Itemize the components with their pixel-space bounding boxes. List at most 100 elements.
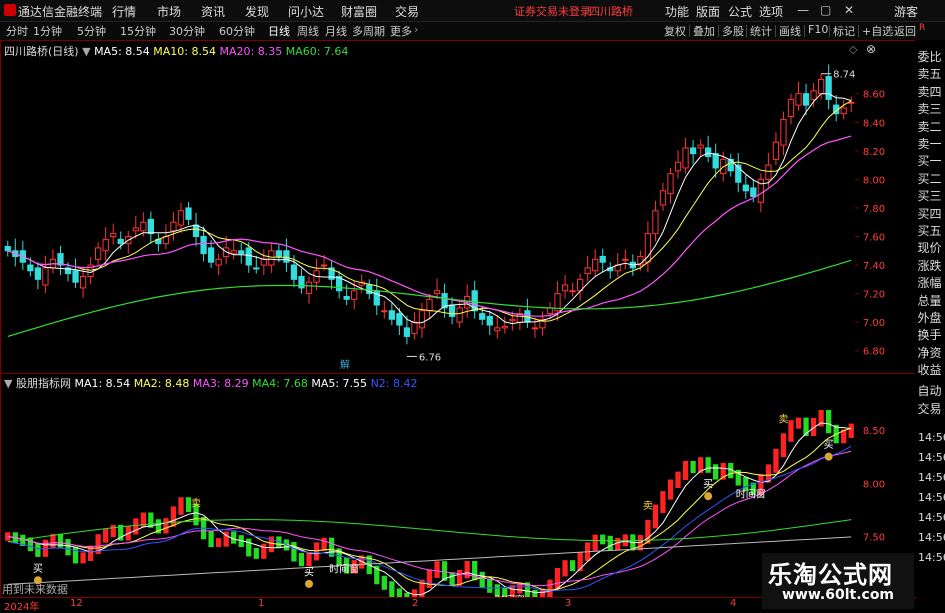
candle [742,184,749,192]
period-daily[interactable]: 日线 [268,23,290,39]
candle [418,310,426,329]
login-status-text[interactable]: 证券交易未登录 [514,3,591,19]
candle [403,327,411,337]
indicator-bar [215,538,222,548]
candle [479,313,486,320]
candle [102,238,109,252]
toolbar-divider [858,25,859,37]
candle [456,307,463,323]
candle [320,264,328,267]
auto-trade-label[interactable]: 自动 [916,381,943,401]
tool-overlay[interactable]: 叠加 [693,23,715,39]
candle [712,153,719,169]
period-5min[interactable]: 5分钟 [77,23,106,39]
tool-back[interactable]: 返回 [894,23,916,39]
indicator-bar [773,448,779,473]
indicator-bar [848,423,854,438]
maximize-icon[interactable]: ▢ [820,3,831,17]
indicator-bar [434,561,440,578]
indicator-bar [607,535,613,551]
indicator-bar [27,537,33,552]
indicator-bar [690,460,696,474]
more-chevron-icon[interactable]: › [414,23,418,36]
period-multi[interactable]: 多周期 [352,23,385,39]
menu-item-layout[interactable]: 版面 [696,3,720,20]
candle [283,250,290,263]
menu-item-trade[interactable]: 交易 [395,3,419,20]
candle [27,264,34,272]
time-window-label: 时间窗 [736,487,766,500]
indicator-bar [110,524,116,538]
candle [599,255,606,263]
menu-item-discover[interactable]: 发现 [245,3,269,20]
menu-item-formula[interactable]: 公式 [728,3,752,20]
menu-item-function[interactable]: 功能 [665,3,689,20]
candle [305,281,313,295]
candle [185,207,192,220]
period-weekly[interactable]: 周线 [297,23,319,39]
menu-item-wealth[interactable]: 财富圈 [341,3,377,20]
menu-item-market[interactable]: 行情 [112,3,136,20]
ma2-line [7,427,852,591]
candle [494,327,501,332]
indicator-bar [705,457,711,473]
candle [215,258,222,266]
period-more[interactable]: 更多 [390,23,412,39]
tool-statistics[interactable]: 统计 [750,23,772,39]
candle [622,258,629,261]
y-tick-label: 8.00 [863,175,885,186]
candle [373,290,380,306]
indicator-bar [547,579,553,597]
tool-add-watchlist[interactable]: +自选 [862,23,893,39]
candle [4,245,11,252]
tool-restore-rights[interactable]: 复权 [664,23,686,39]
candle [840,107,847,115]
watermark-title: 乐淘公式网 [768,561,893,589]
high-label: 8.74 [833,70,855,81]
indicator-bar [600,534,606,545]
close-icon[interactable]: ✕ [844,3,854,17]
candle [433,290,441,295]
candle [268,250,275,266]
period-timeshare[interactable]: 分时 [6,23,28,39]
period-60min[interactable]: 60分钟 [219,23,255,39]
period-15min[interactable]: 15分钟 [120,23,156,39]
indicator-bar [65,539,71,556]
user-label[interactable]: 游客 [894,3,918,20]
toolbar-divider [718,25,719,37]
auto-trade-label[interactable]: 交易 [916,399,943,419]
indicator-bar [246,538,252,557]
x-tick: 2024年 [4,602,40,613]
quote-label: 收益 [917,363,942,378]
tool-draw-line[interactable]: 画线 [779,23,801,39]
candle [592,258,599,272]
indicator-bar [313,542,320,561]
candle [569,290,576,293]
toolbar-divider [689,25,690,37]
tool-f10[interactable]: F10 [808,23,828,36]
y-tick-label: 7.40 [863,261,885,272]
period-monthly[interactable]: 月线 [325,23,347,39]
menu-item-markets[interactable]: 市场 [157,3,181,20]
indicator-bar [396,588,403,597]
menu-item-news[interactable]: 资讯 [201,3,225,20]
minimize-icon[interactable]: — [797,3,809,17]
future-data-note: 用到未来数据 [2,583,68,596]
coin-icon [305,579,314,588]
menu-item-options[interactable]: 选项 [759,3,783,20]
period-30min[interactable]: 30分钟 [169,23,205,39]
candle [253,267,260,270]
tool-multi-stock[interactable]: 多股 [722,23,744,39]
tool-mark[interactable]: 标记 [833,23,855,39]
stock-name: 四川路桥 [589,5,633,18]
candle [780,118,787,146]
menu-item-assistant[interactable]: 问小达 [288,3,324,20]
app-logo-icon [4,4,16,16]
indicator-bar [667,479,674,500]
indicator-bar [449,572,455,586]
period-1min[interactable]: 1分钟 [33,23,62,39]
toolbar-divider [804,25,805,37]
indicator-bar [231,531,237,544]
trade-time: 14:56 [918,431,945,444]
expand-icon[interactable]: R [919,24,925,33]
